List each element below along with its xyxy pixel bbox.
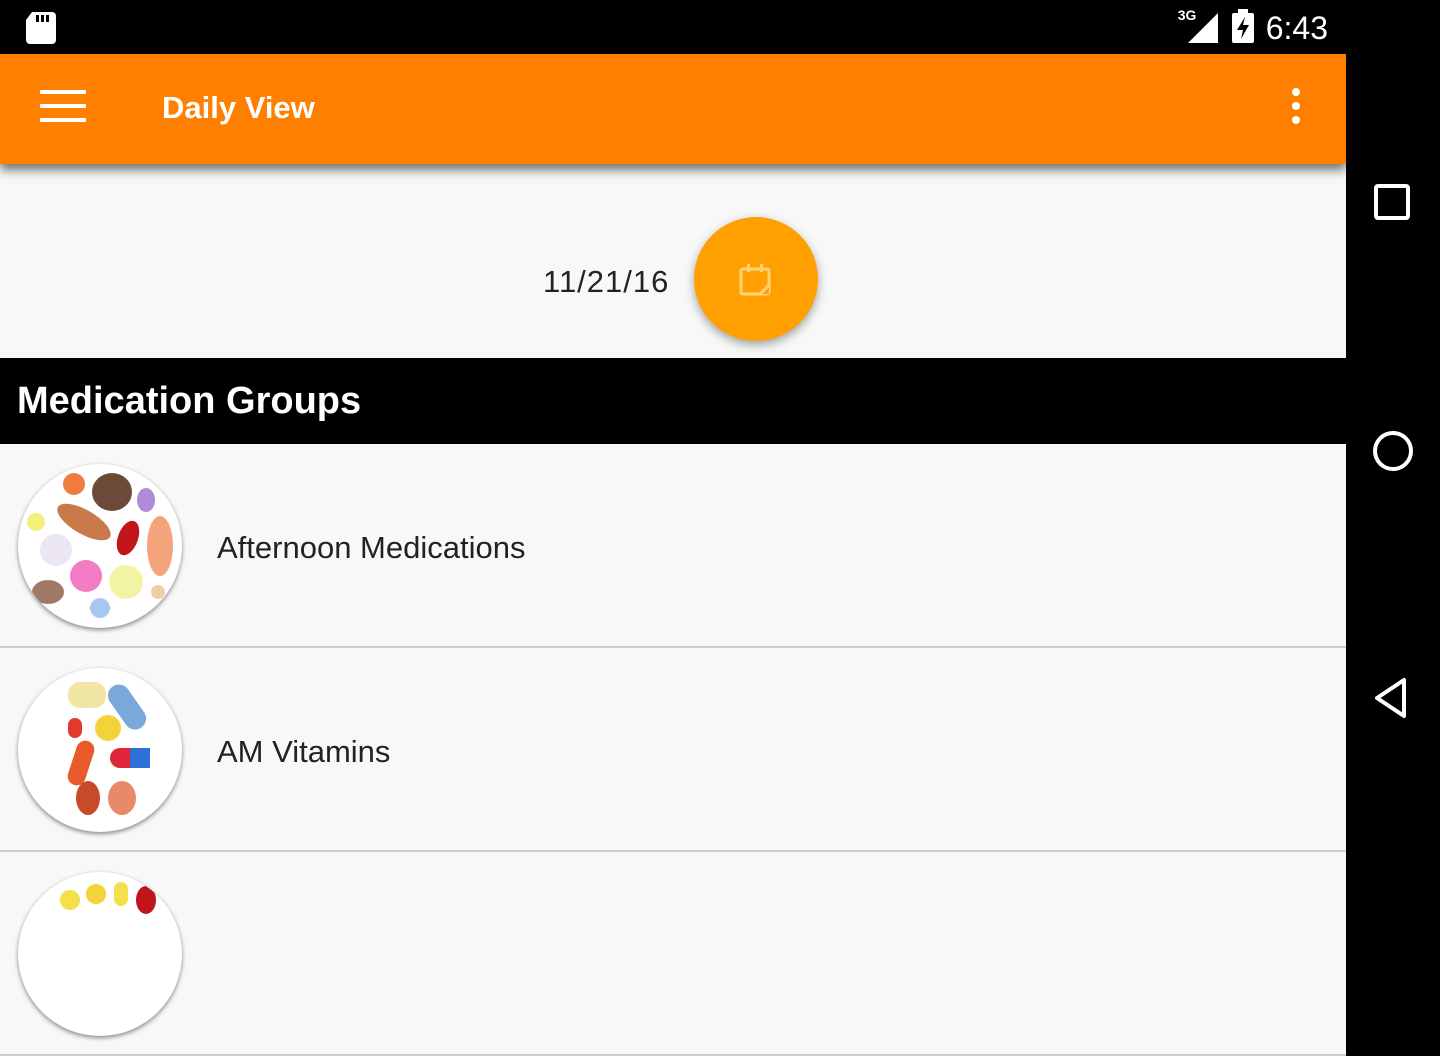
vitamin-capsules-image — [18, 668, 182, 832]
sd-card-icon — [26, 12, 56, 49]
status-icons: 3G 6:43 — [1178, 7, 1328, 48]
back-triangle-icon[interactable] — [1368, 672, 1418, 722]
pills-image — [18, 872, 182, 1036]
selected-date: 11/21/16 — [543, 264, 670, 299]
home-circle-icon[interactable] — [1368, 426, 1418, 476]
page-title: Daily View — [162, 90, 315, 125]
hamburger-menu-icon[interactable] — [40, 90, 86, 126]
calendar-button[interactable] — [694, 217, 818, 341]
section-title: Medication Groups — [17, 380, 362, 422]
status-bar: 3G 6:43 — [0, 0, 1346, 54]
recents-square-icon[interactable] — [1368, 178, 1418, 228]
main-content: 11/21/16 Medication Groups Afternoon Med… — [0, 164, 1346, 1056]
navigation-bar — [1346, 0, 1440, 900]
list-item[interactable]: AM Vitamins — [0, 648, 1346, 852]
section-header: Medication Groups — [0, 358, 1346, 444]
assorted-pills-image — [18, 464, 182, 628]
list-item[interactable]: Afternoon Medications — [0, 444, 1346, 648]
app-bar: Daily View — [0, 54, 1346, 164]
group-name: AM Vitamins — [217, 734, 391, 769]
clock: 6:43 — [1265, 9, 1328, 46]
calendar-icon — [739, 264, 771, 296]
signal-icon: 3G — [1178, 7, 1220, 45]
group-name: Afternoon Medications — [217, 530, 526, 565]
medication-group-list: Afternoon Medications AM Vitamins — [0, 444, 1346, 1056]
more-vert-icon[interactable] — [1282, 88, 1310, 132]
list-item[interactable] — [0, 852, 1346, 1056]
battery-charging-icon — [1231, 8, 1254, 48]
date-selector: 11/21/16 — [0, 164, 1346, 358]
